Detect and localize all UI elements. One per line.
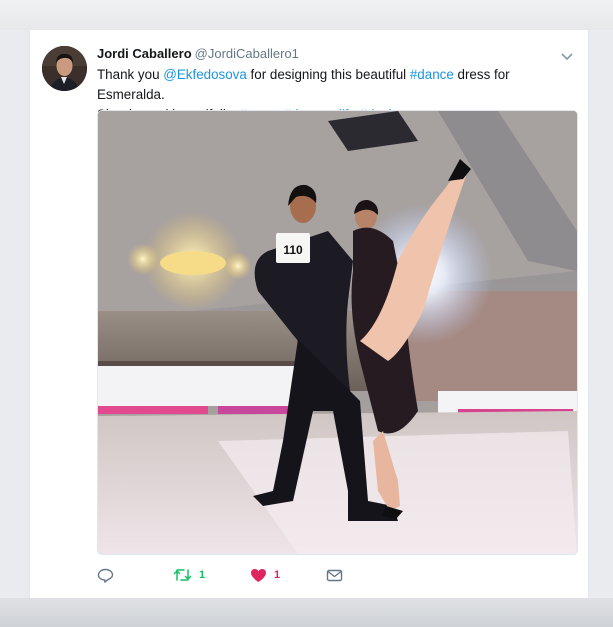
hashtag-dance[interactable]: #dance	[410, 67, 454, 82]
envelope-icon[interactable]	[326, 569, 343, 582]
author-handle[interactable]: @JordiCaballero1	[195, 46, 299, 61]
reply-button[interactable]	[97, 566, 114, 584]
bib-number: 110	[283, 243, 303, 257]
like-button[interactable]: 1	[250, 566, 280, 584]
page-backdrop-top	[0, 0, 613, 30]
reply-icon[interactable]	[97, 568, 114, 583]
like-count: 1	[274, 569, 281, 581]
chevron-down-icon[interactable]	[560, 48, 574, 61]
tweet-photo[interactable]: 110	[97, 110, 578, 555]
retweet-icon[interactable]	[173, 568, 192, 582]
tweet-actions: 1 1	[97, 566, 567, 584]
tweet-header: Jordi Caballero @JordiCaballero1	[97, 46, 299, 61]
author-name[interactable]: Jordi Caballero	[97, 46, 192, 61]
retweet-count: 1	[199, 569, 206, 581]
page-backdrop-bottom	[0, 598, 613, 627]
heart-icon[interactable]	[250, 568, 267, 583]
avatar[interactable]	[42, 46, 87, 91]
mention-link[interactable]: @Ekfedosova	[163, 67, 247, 82]
text-segment: Thank you	[97, 67, 164, 82]
direct-message-button[interactable]	[326, 566, 343, 584]
text-segment: for designing this beautiful	[246, 67, 410, 82]
retweet-button[interactable]: 1	[173, 566, 205, 584]
tweet-card[interactable]: Jordi Caballero @JordiCaballero1 Thank yo…	[29, 30, 589, 598]
